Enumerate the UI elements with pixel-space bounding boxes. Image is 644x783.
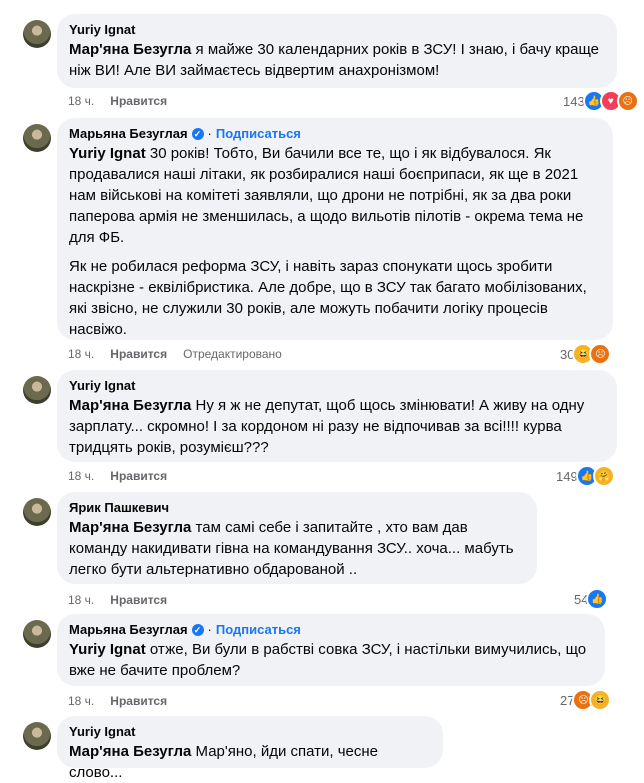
edited-label[interactable]: Отредактировано — [183, 347, 282, 361]
like-button[interactable]: Нравится — [110, 694, 167, 708]
follow-button[interactable]: Подписаться — [216, 621, 301, 638]
like-button[interactable]: Нравится — [110, 593, 167, 607]
mention[interactable]: Мар'яна Безугла — [69, 41, 191, 58]
comment-author[interactable]: Марьяна Безуглая — [69, 125, 188, 142]
comment-body-paragraph: Як не робилася реформа ЗСУ, і навіть зар… — [69, 258, 587, 338]
mention[interactable]: Yuriy Ignat — [69, 641, 146, 658]
mention[interactable]: Мар'яна Безугла — [69, 519, 191, 536]
verified-badge-icon: ✓ — [191, 623, 204, 636]
comment-author[interactable]: Ярик Пашкевич — [69, 499, 525, 516]
mention[interactable]: Мар'яна Безугла — [69, 397, 191, 414]
avatar[interactable] — [23, 20, 51, 48]
comment-text: Мар'яна Безугла там самі себе і запитайт… — [69, 517, 525, 580]
avatar[interactable] — [23, 124, 51, 152]
reactions[interactable]: 27 ☹ 😆 — [560, 689, 612, 711]
comment-meta: 18 ч. Нравится — [68, 592, 167, 608]
reactions[interactable]: 143 👍 ♥ ☹ — [563, 90, 639, 112]
reactions[interactable]: 149 👍 🤗 — [556, 465, 615, 487]
comment-body: 30 років! Тобто, Ви бачили все те, що і … — [69, 145, 584, 246]
angry-reaction-icon: ☹ — [616, 90, 639, 112]
reactions-count: 149 — [556, 468, 578, 484]
avatar[interactable] — [23, 620, 51, 648]
verified-badge-icon: ✓ — [191, 127, 204, 140]
like-reaction-icon: 👍 — [586, 588, 609, 610]
comment-author-row: Марьяна Безуглая ✓ · Подписаться — [69, 621, 593, 638]
comment-bubble: Yuriy Ignat Мар'яна Безугла Мар'яно, йди… — [57, 716, 443, 781]
comment-bubble: Yuriy Ignat Мар'яна Безугла я майже 30 к… — [57, 14, 617, 88]
like-button[interactable]: Нравится — [110, 94, 167, 108]
follow-button[interactable]: Подписаться — [216, 125, 301, 142]
care-reaction-icon: 🤗 — [592, 465, 615, 487]
comment-time[interactable]: 18 ч. — [68, 94, 94, 108]
mention[interactable]: Yuriy Ignat — [69, 145, 146, 162]
reactions[interactable]: 54 👍 — [574, 588, 609, 610]
comment-bubble: Ярик Пашкевич Мар'яна Безугла там самі с… — [57, 492, 537, 584]
reactions-count: 143 — [563, 93, 585, 109]
comment-author[interactable]: Yuriy Ignat — [69, 21, 605, 38]
comment-body: отже, Ви були в рабстві совка ЗСУ, і нас… — [69, 641, 587, 679]
comment-time[interactable]: 18 ч. — [68, 347, 94, 361]
comment-bubble: Марьяна Безуглая ✓ · Подписаться Yuriy I… — [57, 614, 605, 686]
haha-reaction-icon: 😆 — [589, 689, 612, 711]
comment-time[interactable]: 18 ч. — [68, 593, 94, 607]
avatar[interactable] — [23, 722, 51, 750]
like-button[interactable]: Нравится — [110, 469, 167, 483]
comment-text: Мар'яна Безугла Ну я ж не депутат, щоб щ… — [69, 395, 605, 458]
comment-author[interactable]: Yuriy Ignat — [69, 723, 431, 740]
comment-time[interactable]: 18 ч. — [68, 694, 94, 708]
comment-text: Мар'яна Безугла Мар'яно, йди спати, чесн… — [69, 741, 431, 783]
comment-author-row: Марьяна Безуглая ✓ · Подписаться — [69, 125, 601, 142]
comment-text: Yuriy Ignat 30 років! Тобто, Ви бачили в… — [69, 143, 601, 340]
comment-author[interactable]: Марьяна Безуглая — [69, 621, 188, 638]
separator-dot: · — [207, 622, 212, 637]
comment-author[interactable]: Yuriy Ignat — [69, 377, 605, 394]
reactions[interactable]: 30 😆 ☹ — [560, 343, 612, 365]
comment-meta: 18 ч. Нравится — [68, 93, 167, 109]
avatar[interactable] — [23, 498, 51, 526]
separator-dot: · — [207, 126, 212, 141]
avatar[interactable] — [23, 376, 51, 404]
comment-bubble: Марьяна Безуглая ✓ · Подписаться Yuriy I… — [57, 118, 613, 340]
comment-meta: 18 ч. Нравится — [68, 693, 167, 709]
angry-reaction-icon: ☹ — [589, 343, 612, 365]
comment-time[interactable]: 18 ч. — [68, 469, 94, 483]
mention[interactable]: Мар'яна Безугла — [69, 743, 191, 760]
like-button[interactable]: Нравится — [110, 347, 167, 361]
comment-text: Yuriy Ignat отже, Ви були в рабстві совк… — [69, 639, 593, 681]
comment-meta: 18 ч. Нравится Отредактировано — [68, 346, 282, 362]
previous-comment-cutoff — [57, 0, 617, 8]
comment-bubble: Yuriy Ignat Мар'яна Безугла Ну я ж не де… — [57, 370, 617, 462]
comment-meta: 18 ч. Нравится — [68, 468, 167, 484]
comment-text: Мар'яна Безугла я майже 30 календарних р… — [69, 39, 605, 81]
